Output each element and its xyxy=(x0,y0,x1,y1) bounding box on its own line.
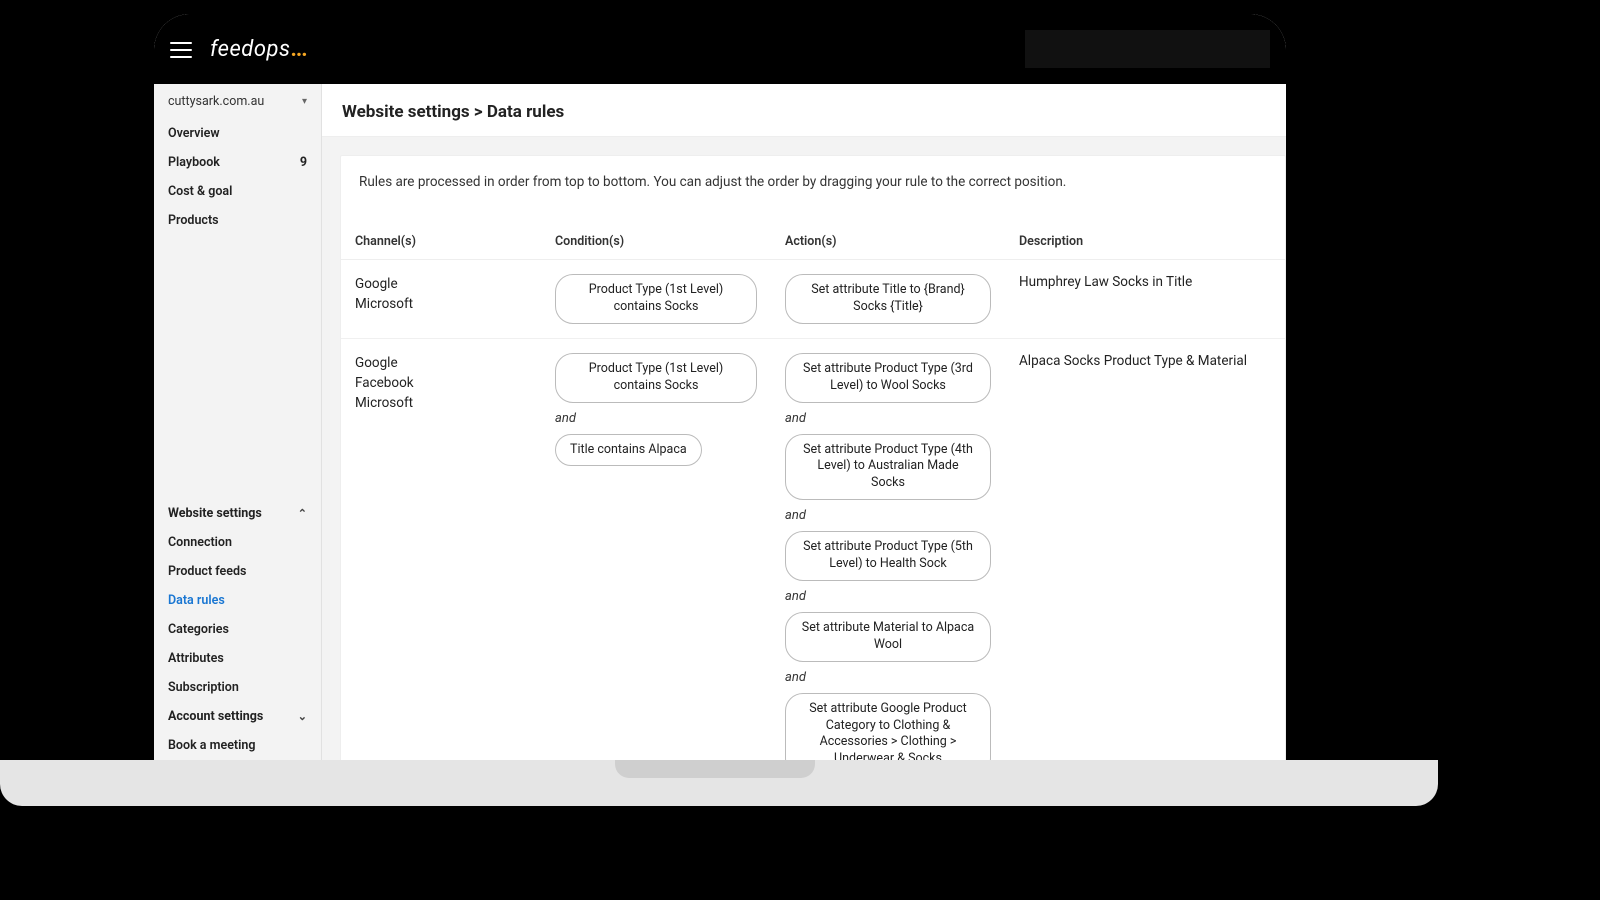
laptop-frame: feedops... cuttysark.com.au ▾ Overview P… xyxy=(140,0,1300,760)
sidebar-group-website-settings[interactable]: Website settings ⌃ xyxy=(154,499,321,528)
and-label: and xyxy=(785,585,806,608)
sidebar-item-connection[interactable]: Connection xyxy=(154,528,321,557)
action-list: Set attribute Product Type (3rd Level) t… xyxy=(785,353,991,760)
nav-top: Overview Playbook 9 Cost & goal Products xyxy=(154,119,321,235)
action-chip[interactable]: Set attribute Title to {Brand} Socks {Ti… xyxy=(785,274,991,324)
app-logo: feedops... xyxy=(210,37,307,62)
channel-value: Facebook xyxy=(355,373,527,393)
col-header-actions: Action(s) xyxy=(771,224,1005,260)
info-emphasis: dragging your rule to the correct positi… xyxy=(820,174,1067,190)
laptop-notch xyxy=(615,760,815,778)
logo-text: feedops xyxy=(210,37,291,62)
col-header-conditions: Condition(s) xyxy=(541,224,771,260)
sidebar-item-product-feeds[interactable]: Product feeds xyxy=(154,557,321,586)
sidebar-item-label: Products xyxy=(168,213,219,228)
channel-value: Google xyxy=(355,274,527,294)
breadcrumb: Website settings > Data rules xyxy=(322,84,1286,137)
rules-panel: Rules are processed in order from top to… xyxy=(340,155,1286,760)
sidebar-item-label: Account settings xyxy=(168,709,263,724)
action-chip[interactable]: Set attribute Material to Alpaca Wool xyxy=(785,612,991,662)
sidebar-item-products[interactable]: Products xyxy=(154,206,321,235)
rules-table: Channel(s) Condition(s) Action(s) Descri… xyxy=(341,224,1285,760)
main-content: Website settings > Data rules Rules are … xyxy=(322,84,1286,760)
site-selector[interactable]: cuttysark.com.au ▾ xyxy=(154,84,321,119)
nav-bottom: Website settings ⌃ Connection Product fe… xyxy=(154,499,321,760)
playbook-badge: 9 xyxy=(300,155,307,170)
channel-value: Google xyxy=(355,353,527,373)
action-chip[interactable]: Set attribute Google Product Category to… xyxy=(785,693,991,760)
sidebar-item-cost-goal[interactable]: Cost & goal xyxy=(154,177,321,206)
and-label: and xyxy=(785,504,806,527)
sidebar-item-attributes[interactable]: Attributes xyxy=(154,644,321,673)
sidebar-item-categories[interactable]: Categories xyxy=(154,615,321,644)
breadcrumb-text: Website settings > Data rules xyxy=(342,102,564,122)
action-chip[interactable]: Set attribute Product Type (5th Level) t… xyxy=(785,531,991,581)
col-header-description: Description xyxy=(1005,224,1285,260)
condition-chip[interactable]: Product Type (1st Level) contains Socks xyxy=(555,353,757,403)
sidebar-item-data-rules[interactable]: Data rules xyxy=(154,586,321,615)
sidebar-item-book-meeting[interactable]: Book a meeting xyxy=(154,731,321,760)
action-chip[interactable]: Set attribute Product Type (3rd Level) t… xyxy=(785,353,991,403)
hamburger-icon[interactable] xyxy=(170,42,192,58)
table-row[interactable]: Google Facebook Microsoft Product Type (… xyxy=(341,338,1285,760)
action-list: Set attribute Title to {Brand} Socks {Ti… xyxy=(785,274,991,324)
sidebar-item-overview[interactable]: Overview xyxy=(154,119,321,148)
chevron-down-icon: ▾ xyxy=(302,96,307,107)
sidebar-item-label: Playbook xyxy=(168,155,220,170)
action-chip[interactable]: Set attribute Product Type (4th Level) t… xyxy=(785,434,991,501)
sidebar-group-account-settings[interactable]: Account settings ⌄ xyxy=(154,702,321,731)
nav-spacer xyxy=(154,235,321,499)
sidebar-item-label: Cost & goal xyxy=(168,184,232,199)
rule-description: Alpaca Socks Product Type & Material xyxy=(1019,353,1271,369)
sidebar-item-label: Book a meeting xyxy=(168,738,255,753)
sidebar-item-subscription[interactable]: Subscription xyxy=(154,673,321,702)
condition-chip[interactable]: Title contains Alpaca xyxy=(555,434,702,467)
condition-chip[interactable]: Product Type (1st Level) contains Socks xyxy=(555,274,757,324)
channel-list: Google Facebook Microsoft xyxy=(355,353,527,414)
rule-description: Humphrey Law Socks in Title xyxy=(1019,274,1271,290)
and-label: and xyxy=(785,407,806,430)
col-header-channels: Channel(s) xyxy=(341,224,541,260)
sidebar-item-label: Data rules xyxy=(168,593,225,608)
account-menu-placeholder[interactable] xyxy=(1025,30,1270,68)
channel-value: Microsoft xyxy=(355,393,527,413)
sidebar-item-label: Overview xyxy=(168,126,220,141)
sidebar-item-label: Website settings xyxy=(168,506,262,521)
info-prefix: Rules are processed in order from top to… xyxy=(359,174,820,190)
chevron-down-icon: ⌄ xyxy=(298,710,307,723)
body-area: cuttysark.com.au ▾ Overview Playbook 9 C… xyxy=(154,84,1286,760)
sidebar-item-label: Categories xyxy=(168,622,229,637)
info-text: Rules are processed in order from top to… xyxy=(341,156,1285,224)
condition-list: Product Type (1st Level) contains Socks xyxy=(555,274,757,324)
channel-value: Microsoft xyxy=(355,294,527,314)
site-selector-label: cuttysark.com.au xyxy=(168,94,264,109)
sidebar: cuttysark.com.au ▾ Overview Playbook 9 C… xyxy=(154,84,322,760)
chevron-up-icon: ⌃ xyxy=(298,507,307,520)
topbar: feedops... xyxy=(154,14,1286,84)
logo-dots: ... xyxy=(291,37,307,62)
content-wrap: Rules are processed in order from top to… xyxy=(322,137,1286,760)
channel-list: Google Microsoft xyxy=(355,274,527,315)
sidebar-item-label: Connection xyxy=(168,535,232,550)
sidebar-item-playbook[interactable]: Playbook 9 xyxy=(154,148,321,177)
and-label: and xyxy=(555,407,576,430)
sidebar-item-label: Product feeds xyxy=(168,564,246,579)
condition-list: Product Type (1st Level) contains Socks … xyxy=(555,353,757,467)
sidebar-item-label: Attributes xyxy=(168,651,224,666)
table-row[interactable]: Google Microsoft Product Type (1st Level… xyxy=(341,260,1285,339)
app-screen: feedops... cuttysark.com.au ▾ Overview P… xyxy=(154,14,1286,760)
sidebar-item-label: Subscription xyxy=(168,680,239,695)
and-label: and xyxy=(785,666,806,689)
